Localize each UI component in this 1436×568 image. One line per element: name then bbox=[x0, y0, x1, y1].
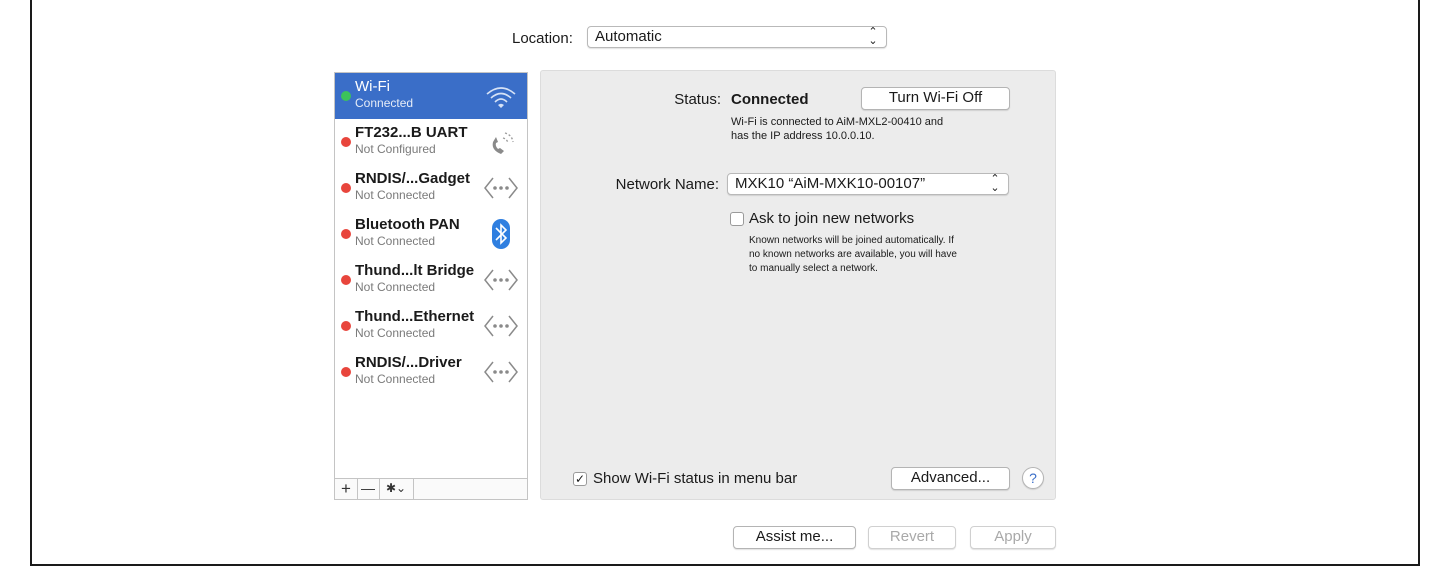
network-name-popup[interactable]: MXK10 “AiM-MXK10-00107” ⌃ ⌄ bbox=[727, 173, 1009, 195]
status-dot bbox=[341, 321, 351, 331]
service-item-bluetooth-pan[interactable]: Bluetooth PAN Not Connected bbox=[335, 211, 527, 257]
status-dot bbox=[341, 367, 351, 377]
chevron-updown-icon: ⌃ ⌄ bbox=[990, 173, 1000, 194]
location-popup[interactable]: Automatic ⌃ ⌄ bbox=[587, 26, 887, 48]
apply-button[interactable]: Apply bbox=[970, 526, 1056, 549]
revert-button[interactable]: Revert bbox=[868, 526, 956, 549]
status-dot bbox=[341, 275, 351, 285]
service-item-rndis-gadget[interactable]: RNDIS/...Gadget Not Connected bbox=[335, 165, 527, 211]
service-name: RNDIS/...Driver bbox=[355, 354, 462, 371]
status-value: Connected bbox=[731, 91, 809, 108]
service-name: RNDIS/...Gadget bbox=[355, 170, 471, 187]
service-name: FT232...B UART bbox=[355, 124, 468, 141]
status-dot bbox=[341, 183, 351, 193]
service-status: Not Connected bbox=[355, 372, 436, 386]
status-label: Status: bbox=[674, 91, 721, 108]
service-status: Not Connected bbox=[355, 188, 436, 202]
service-status: Not Configured bbox=[355, 142, 436, 156]
add-service-button[interactable]: + bbox=[335, 479, 358, 499]
service-list-toolbar: + — ✱⌄ bbox=[334, 478, 528, 500]
ask-join-description-line-1: Known networks will be joined automatica… bbox=[749, 235, 954, 246]
location-value: Automatic bbox=[595, 28, 662, 45]
network-name-value: MXK10 “AiM-MXK10-00107” bbox=[735, 175, 926, 192]
phone-icon bbox=[492, 132, 514, 154]
assist-me-button[interactable]: Assist me... bbox=[733, 526, 856, 549]
status-description-line-2: has the IP address 10.0.0.10. bbox=[731, 130, 875, 142]
service-status: Not Connected bbox=[355, 234, 436, 248]
service-name: Thund...Ethernet bbox=[355, 308, 475, 325]
status-dot bbox=[341, 91, 351, 101]
show-status-checkbox[interactable]: ✓ bbox=[573, 472, 587, 486]
service-list[interactable]: Wi-Fi Connected FT232...B UART Not Confi… bbox=[334, 72, 528, 480]
advanced-button[interactable]: Advanced... bbox=[891, 467, 1010, 490]
service-item-ft232[interactable]: FT232...B UART Not Configured bbox=[335, 119, 527, 165]
status-dot bbox=[341, 137, 351, 147]
status-description-line-1: Wi-Fi is connected to AiM-MXL2-00410 and bbox=[731, 116, 944, 128]
ethernet-icon bbox=[484, 315, 518, 337]
service-item-thunderbolt-bridge[interactable]: Thund...lt Bridge Not Connected bbox=[335, 257, 527, 303]
ask-join-description-line-2: no known networks are available, you wil… bbox=[749, 249, 957, 260]
turn-wifi-off-button[interactable]: Turn Wi-Fi Off bbox=[861, 87, 1010, 110]
ask-join-description-line-3: to manually select a network. bbox=[749, 263, 878, 274]
wifi-icon bbox=[486, 87, 516, 108]
gear-menu-button[interactable]: ✱⌄ bbox=[379, 479, 414, 499]
location-label: Location: bbox=[512, 30, 573, 47]
ethernet-icon bbox=[484, 269, 518, 291]
detail-pane: Status: Connected Turn Wi-Fi Off Wi-Fi i… bbox=[540, 70, 1056, 500]
service-item-wifi[interactable]: Wi-Fi Connected bbox=[335, 73, 527, 119]
service-status: Connected bbox=[355, 96, 414, 110]
service-name: Wi-Fi bbox=[355, 78, 390, 95]
ethernet-icon bbox=[484, 361, 518, 383]
show-status-label[interactable]: Show Wi-Fi status in menu bar bbox=[593, 470, 797, 487]
network-name-label: Network Name: bbox=[615, 176, 719, 193]
chevron-updown-icon: ⌃ ⌄ bbox=[868, 26, 878, 47]
ethernet-icon bbox=[484, 177, 518, 199]
ask-join-label[interactable]: Ask to join new networks bbox=[749, 210, 914, 227]
service-item-thunderbolt-ethernet[interactable]: Thund...Ethernet Not Connected bbox=[335, 303, 527, 349]
service-item-rndis-driver[interactable]: RNDIS/...Driver Not Connected bbox=[335, 349, 527, 395]
bluetooth-icon bbox=[492, 219, 510, 249]
ask-join-checkbox[interactable] bbox=[730, 212, 744, 226]
service-name: Bluetooth PAN bbox=[355, 216, 460, 233]
remove-service-button[interactable]: — bbox=[357, 479, 380, 499]
status-dot bbox=[341, 229, 351, 239]
service-name: Thund...lt Bridge bbox=[355, 262, 475, 279]
service-status: Not Connected bbox=[355, 280, 436, 294]
help-button[interactable]: ? bbox=[1022, 467, 1044, 489]
service-status: Not Connected bbox=[355, 326, 436, 340]
